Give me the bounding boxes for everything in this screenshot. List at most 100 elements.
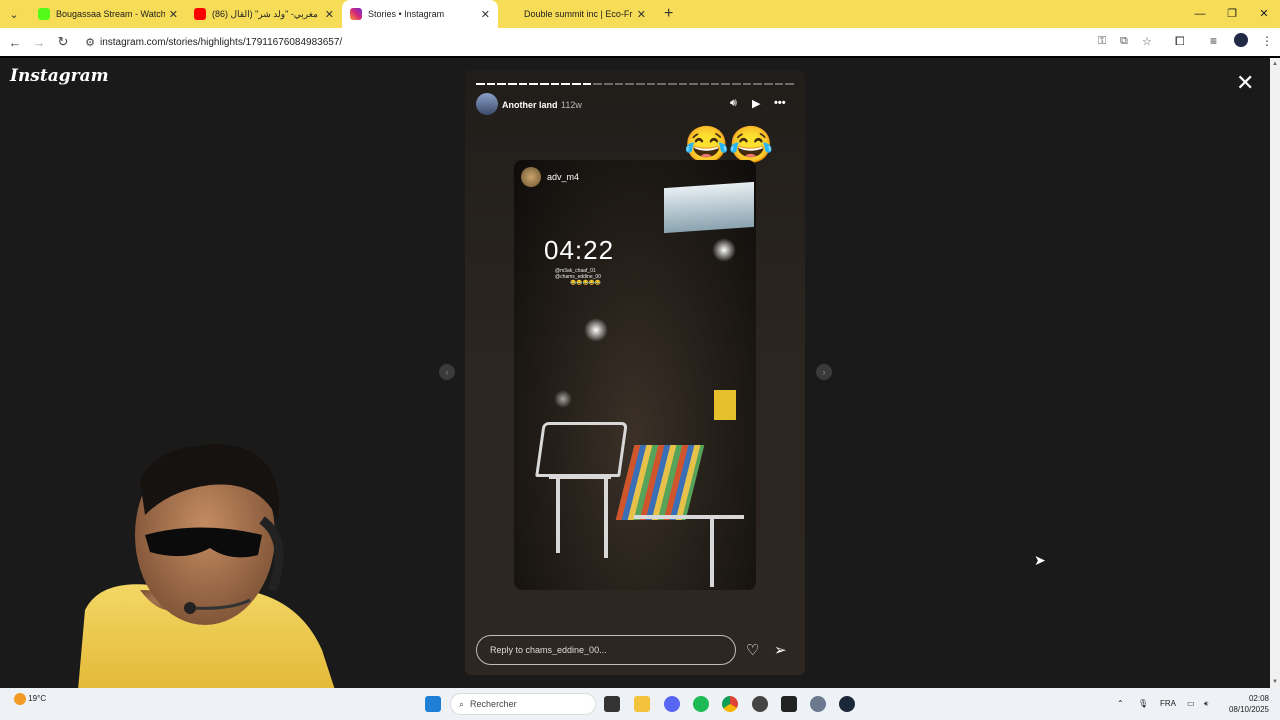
play-icon[interactable]: ▶	[752, 97, 760, 110]
discord-icon[interactable]	[664, 696, 680, 712]
reply-input[interactable]	[476, 635, 736, 665]
address-bar[interactable]: ⚙ instagram.com/stories/highlights/17911…	[80, 30, 1170, 54]
chair-leg-graphic	[604, 478, 608, 558]
close-tab-icon[interactable]: ✕	[169, 8, 178, 21]
tv-screen-graphic	[664, 181, 754, 234]
instagram-icon	[350, 8, 362, 20]
progress-segment	[678, 83, 688, 85]
progress-segment	[774, 83, 784, 85]
progress-segment	[561, 83, 571, 85]
search-placeholder: Rechercher	[470, 699, 517, 709]
terminal-icon[interactable]	[781, 696, 797, 712]
scrollbar[interactable]: ▲ ▼	[1270, 58, 1280, 688]
tab-bougassaa[interactable]: Bougassaa Stream - Watch Live ✕	[30, 0, 186, 28]
taskbar-search-box[interactable]: ⌕ Rechercher	[450, 693, 596, 715]
forward-arrow-icon[interactable]: →	[27, 35, 51, 50]
weather-sun-icon	[14, 693, 26, 705]
progress-segment	[689, 83, 699, 85]
yellow-chair-graphic	[714, 390, 736, 420]
tab-title: Stories • Instagram	[368, 9, 445, 19]
minimize-icon[interactable]: —	[1184, 0, 1216, 28]
install-app-icon[interactable]: ⧉	[1120, 35, 1128, 48]
key-icon[interactable]: ⚿	[1098, 35, 1106, 48]
language-indicator[interactable]: FRA	[1160, 699, 1176, 708]
progress-segment	[710, 83, 720, 85]
white-chair-graphic	[535, 422, 628, 477]
heart-icon[interactable]: ♡	[746, 641, 759, 659]
profile-avatar[interactable]	[1234, 33, 1248, 47]
close-tab-icon[interactable]: ✕	[325, 8, 334, 21]
close-window-icon[interactable]: ✕	[1248, 0, 1280, 28]
new-tab-button[interactable]: +	[664, 5, 673, 23]
media-controls-icon[interactable]: ≡	[1210, 34, 1217, 48]
taskbar-clock[interactable]: 02:08 08/10/2025	[1225, 693, 1269, 715]
kick-icon	[38, 8, 50, 20]
story-timestamp: 112w	[561, 100, 582, 110]
progress-segment	[646, 83, 656, 85]
restore-icon[interactable]: ❐	[1216, 0, 1248, 28]
reload-icon[interactable]: ↻	[51, 34, 75, 50]
progress-segment	[540, 83, 549, 85]
avatar[interactable]	[476, 93, 498, 115]
tab-title: Double summit inc | Eco-Friendly	[524, 9, 633, 19]
instagram-logo[interactable]: Instagram	[10, 66, 109, 86]
steam-icon[interactable]	[839, 696, 855, 712]
volume-icon[interactable]: 🔊︎	[730, 97, 737, 110]
tab-search-button[interactable]: ⌄	[3, 3, 25, 25]
tab-youtube[interactable]: (86) فيلم مغربي- "ولد شر" (القال ✕	[186, 0, 342, 28]
progress-segment	[764, 83, 773, 85]
chevron-down-icon: ⌄	[9, 8, 19, 21]
url-text: instagram.com/stories/highlights/1791167…	[100, 36, 343, 48]
next-story-icon[interactable]: ›	[816, 364, 832, 380]
progress-segment	[700, 83, 709, 85]
chrome-icon[interactable]	[722, 696, 738, 712]
scroll-up-icon[interactable]: ▲	[1272, 61, 1278, 67]
speaker-icon[interactable]: 🔉︎	[1204, 699, 1209, 709]
story-username[interactable]: Another land	[502, 100, 558, 110]
youtube-icon	[194, 8, 206, 20]
settings-gear-icon[interactable]	[810, 696, 826, 712]
progress-segment	[476, 83, 485, 85]
tray-overflow-icon[interactable]: ⌃	[1117, 699, 1124, 708]
mention-stickers: @m3ak_chaaf_01 @chams_eddine_00 😂😂😂😂😂	[555, 268, 601, 286]
progress-segment	[508, 83, 517, 85]
extensions-icon[interactable]: ⧠	[1175, 34, 1185, 49]
progress-segment	[486, 83, 496, 85]
microphone-icon[interactable]: 🎙︎	[1138, 699, 1148, 708]
more-options-icon[interactable]: •••	[774, 97, 786, 109]
file-explorer-icon[interactable]	[634, 696, 650, 712]
browser-tab-strip: ⌄ Bougassaa Stream - Watch Live ✕ (86) ف…	[0, 0, 1280, 28]
send-icon[interactable]: ➢	[774, 641, 787, 659]
progress-segment	[742, 83, 752, 85]
story-progress-bar	[476, 83, 795, 85]
weather-widget[interactable]: 19°C	[14, 693, 46, 705]
story-card[interactable]: Another land 112w 🔊︎ ▶ ••• 😂😂 adv_m4 04:…	[465, 70, 805, 675]
emoji-text: 😂😂😂😂😂	[570, 280, 602, 286]
close-tab-icon[interactable]: ✕	[637, 8, 646, 21]
light-graphic	[554, 390, 572, 408]
scroll-down-icon[interactable]: ▼	[1272, 679, 1278, 685]
progress-segment	[604, 83, 613, 85]
bookmark-star-icon[interactable]: ☆	[1142, 35, 1152, 48]
window-controls: — ❐ ✕	[1184, 0, 1280, 28]
obs-icon[interactable]	[752, 696, 768, 712]
tab-double-summit[interactable]: Double summit inc | Eco-Friendly ✕	[498, 0, 654, 28]
progress-segment	[732, 83, 741, 85]
weather-temperature: 19°C	[28, 694, 47, 704]
chair-frame-graphic	[634, 515, 744, 519]
progress-segment	[572, 83, 581, 85]
beach-chair-graphic	[615, 445, 705, 520]
site-info-icon[interactable]: ⚙	[80, 36, 100, 49]
progress-segment	[753, 83, 763, 85]
menu-kebab-icon[interactable]: ⋮	[1261, 34, 1273, 48]
network-icon[interactable]: ▭	[1187, 699, 1195, 708]
task-view-icon[interactable]	[604, 696, 620, 712]
tab-instagram[interactable]: Stories • Instagram ✕	[342, 0, 498, 28]
close-tab-icon[interactable]: ✕	[481, 8, 490, 21]
microphone-graphic	[184, 602, 196, 614]
previous-story-icon[interactable]: ‹	[439, 364, 455, 380]
back-arrow-icon[interactable]: ←	[3, 35, 27, 50]
windows-start-icon[interactable]	[425, 696, 441, 712]
close-icon[interactable]: ✕	[1236, 70, 1254, 96]
spotify-icon[interactable]	[693, 696, 709, 712]
